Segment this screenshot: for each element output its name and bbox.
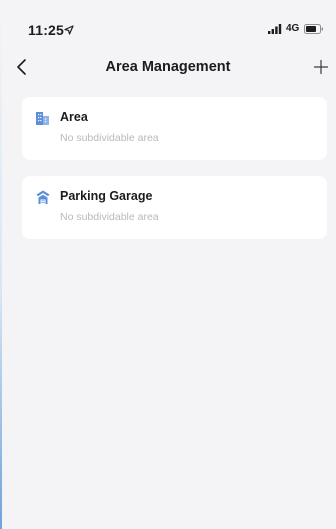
battery-icon [304, 24, 323, 34]
area-card-parking-garage[interactable]: Parking Garage No subdividable area [22, 176, 327, 239]
status-time: 11:25 [28, 22, 65, 38]
area-name: Area [60, 110, 88, 124]
page-title: Area Management [105, 59, 231, 75]
network-type: 4G [286, 23, 300, 34]
area-card-area[interactable]: Area No subdividable area [22, 97, 327, 160]
location-arrow-icon [64, 25, 74, 35]
garage-icon [36, 190, 50, 204]
area-subtitle: No subdividable area [60, 132, 159, 144]
add-plus-icon[interactable] [312, 58, 330, 76]
building-icon [36, 112, 49, 125]
area-name: Parking Garage [60, 189, 153, 203]
area-subtitle: No subdividable area [60, 211, 159, 223]
navigation-bar: Area Management [0, 52, 336, 82]
signal-icon [268, 24, 282, 34]
status-bar: 11:25 4G [0, 0, 336, 50]
